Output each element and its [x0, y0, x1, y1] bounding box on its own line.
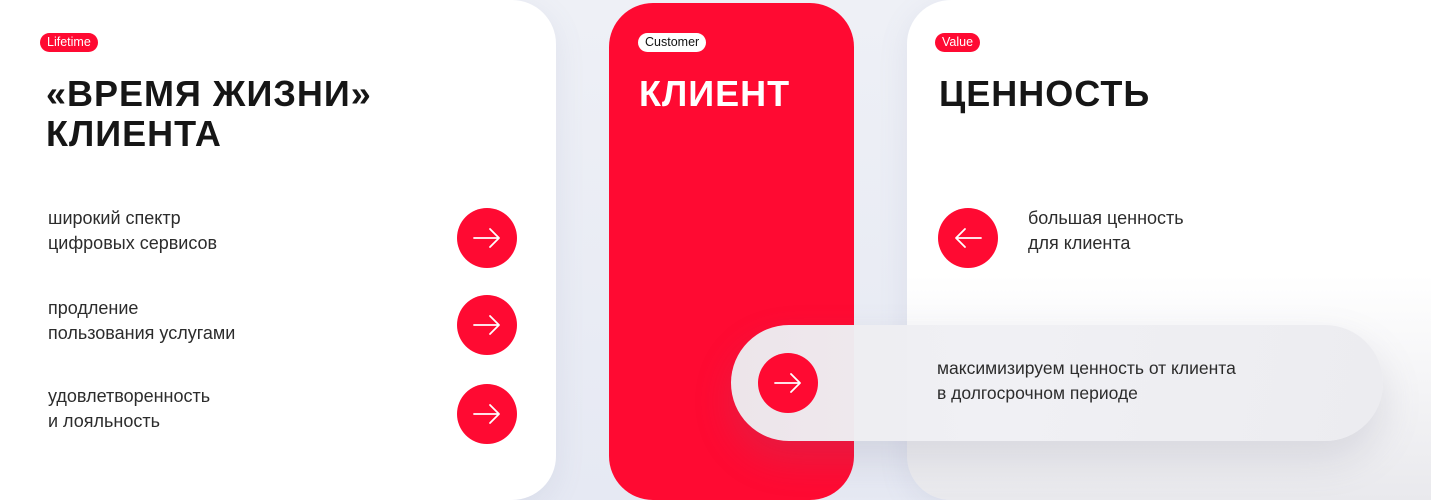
value-item-line2: для клиента — [1028, 233, 1131, 253]
arrow-right-icon — [473, 315, 500, 335]
arrow-right-icon — [473, 404, 500, 424]
lifetime-item-2-arrow-button[interactable] — [457, 295, 517, 355]
lifetime-tag: Lifetime — [40, 33, 98, 52]
lifetime-item-3-arrow-button[interactable] — [457, 384, 517, 444]
lifetime-item-1-line1: широкий спектр — [48, 208, 181, 228]
summary-pill: максимизируем ценность от клиента в долг… — [731, 325, 1383, 441]
lifetime-item-1: широкий спектр цифровых сервисов — [48, 206, 217, 256]
value-tag: Value — [935, 33, 981, 52]
lifetime-item-3-line2: и лояльность — [48, 411, 160, 431]
summary-text-line2: в долгосрочном периоде — [937, 383, 1138, 403]
lifetime-item-2: продление пользования услугами — [48, 296, 235, 346]
value-item-arrow-button[interactable] — [938, 208, 998, 268]
summary-arrow-button[interactable] — [758, 353, 818, 413]
lifetime-item-3-line1: удовлетворенность — [48, 386, 211, 406]
customer-title: КЛИЕНТ — [639, 73, 791, 114]
value-item: большая ценность для клиента — [1028, 206, 1184, 256]
value-title: ЦЕННОСТЬ — [939, 73, 1151, 114]
customer-tag: Customer — [638, 33, 707, 52]
lifetime-card: Lifetime «ВРЕМЯ ЖИЗНИ» КЛИЕНТА широкий с… — [0, 0, 556, 500]
lifetime-title-line1: «ВРЕМЯ ЖИЗНИ» — [46, 73, 372, 114]
arrow-right-icon — [473, 228, 500, 248]
lifetime-title-line2: КЛИЕНТА — [46, 113, 222, 154]
lifetime-item-2-line2: пользования услугами — [48, 323, 236, 343]
summary-text: максимизируем ценность от клиента в долг… — [937, 356, 1236, 406]
lifetime-item-3: удовлетворенность и лояльность — [48, 384, 210, 434]
value-item-line1: большая ценность — [1028, 208, 1184, 228]
lifetime-item-2-line1: продление — [48, 298, 139, 318]
lifetime-item-1-line2: цифровых сервисов — [48, 233, 218, 253]
summary-text-line1: максимизируем ценность от клиента — [937, 358, 1236, 378]
lifetime-title: «ВРЕМЯ ЖИЗНИ» КЛИЕНТА — [46, 74, 372, 154]
arrow-left-icon — [955, 228, 982, 248]
lifetime-item-1-arrow-button[interactable] — [457, 208, 517, 268]
arrow-right-icon — [774, 373, 801, 393]
